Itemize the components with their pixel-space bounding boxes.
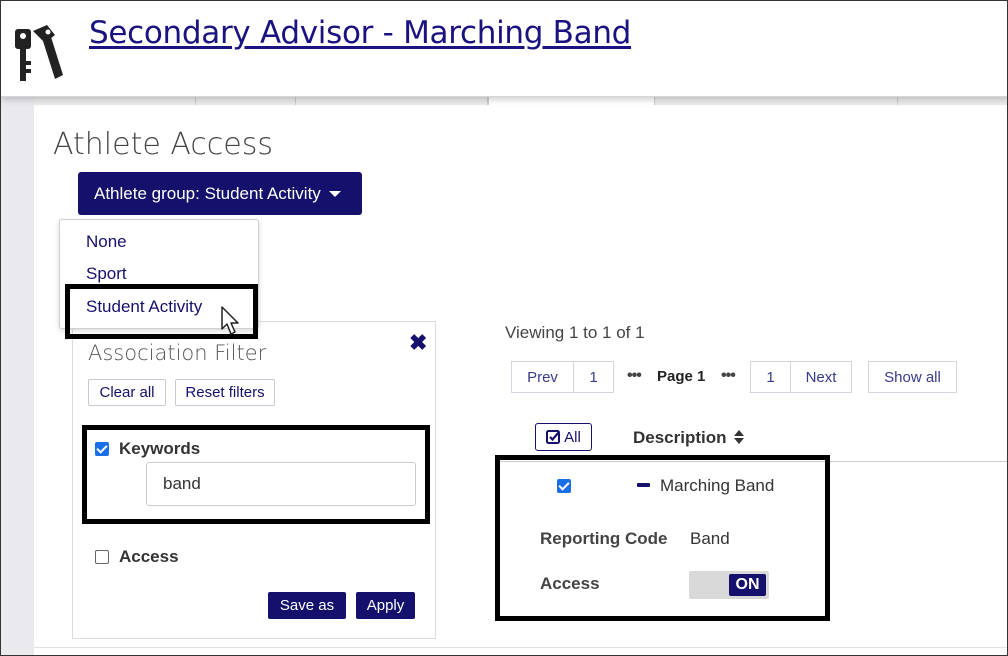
next-page-button[interactable]: Next xyxy=(790,361,852,393)
select-all-button[interactable]: All xyxy=(535,423,592,451)
reset-filters-button[interactable]: Reset filters xyxy=(175,379,275,406)
access-toggle-state: ON xyxy=(729,574,766,596)
keywords-checkbox[interactable] xyxy=(95,442,109,456)
athlete-group-label: Athlete group: Student Activity xyxy=(94,183,321,203)
apply-button[interactable]: Apply xyxy=(356,592,415,619)
clear-all-button[interactable]: Clear all xyxy=(88,379,166,406)
page-heading: Athlete Access xyxy=(53,127,274,162)
keywords-label: Keywords xyxy=(119,439,201,458)
access-checkbox[interactable] xyxy=(95,550,109,564)
reporting-code-value: Band xyxy=(690,529,730,548)
menu-item-student-activity[interactable]: Student Activity xyxy=(86,297,202,317)
page-header: Secondary Advisor - Marching Band xyxy=(1,1,1007,97)
tab-5[interactable] xyxy=(655,97,898,105)
access-filter-label: Access xyxy=(119,547,179,566)
tab-2[interactable] xyxy=(196,97,296,105)
menu-item-none[interactable]: None xyxy=(86,232,127,252)
tab-1[interactable] xyxy=(34,97,196,105)
tab-3[interactable] xyxy=(296,97,488,105)
association-filter-panel: Association Filter ✖ Clear all Reset fil… xyxy=(72,321,436,639)
select-all-label: All xyxy=(564,428,581,446)
bottom-divider xyxy=(34,647,1007,648)
first-page-button[interactable]: 1 xyxy=(573,361,614,393)
close-icon[interactable]: ✖ xyxy=(409,330,427,356)
viewing-count: Viewing 1 to 1 of 1 xyxy=(505,323,645,342)
mouse-pointer-icon xyxy=(221,306,239,335)
check-square-icon xyxy=(546,429,561,444)
row-description: Marching Band xyxy=(660,476,775,495)
description-column-header[interactable]: Description xyxy=(633,428,745,448)
prev-page-button[interactable]: Prev xyxy=(511,361,574,393)
last-page-button[interactable]: 1 xyxy=(750,361,791,393)
reporting-code-label: Reporting Code xyxy=(540,529,668,548)
sort-icon xyxy=(734,430,745,444)
menu-item-sport[interactable]: Sport xyxy=(86,264,127,284)
ellipsis-icon: ••• xyxy=(627,367,642,384)
access-label: Access xyxy=(540,574,600,593)
row-checkbox[interactable] xyxy=(557,479,571,493)
ellipsis-icon: ••• xyxy=(721,367,736,384)
show-all-button[interactable]: Show all xyxy=(868,361,957,393)
keywords-input[interactable]: band xyxy=(146,462,416,506)
save-as-button[interactable]: Save as xyxy=(268,592,346,619)
keys-icon xyxy=(15,25,63,81)
filter-title: Association Filter xyxy=(88,341,267,365)
table-header-divider xyxy=(499,461,1007,462)
description-header-label: Description xyxy=(633,428,727,447)
tab-active[interactable] xyxy=(488,97,655,105)
collapse-icon[interactable] xyxy=(637,483,650,487)
page-title-link[interactable]: Secondary Advisor - Marching Band xyxy=(89,15,631,51)
access-toggle[interactable]: ON xyxy=(689,571,769,599)
current-page-label: Page 1 xyxy=(657,368,706,385)
caret-down-icon xyxy=(328,190,341,197)
left-sidebar xyxy=(1,97,34,655)
tab-strip xyxy=(34,97,1007,105)
app-frame: Secondary Advisor - Marching Band Athlet… xyxy=(0,0,1008,656)
athlete-group-dropdown-button[interactable]: Athlete group: Student Activity xyxy=(78,172,362,215)
